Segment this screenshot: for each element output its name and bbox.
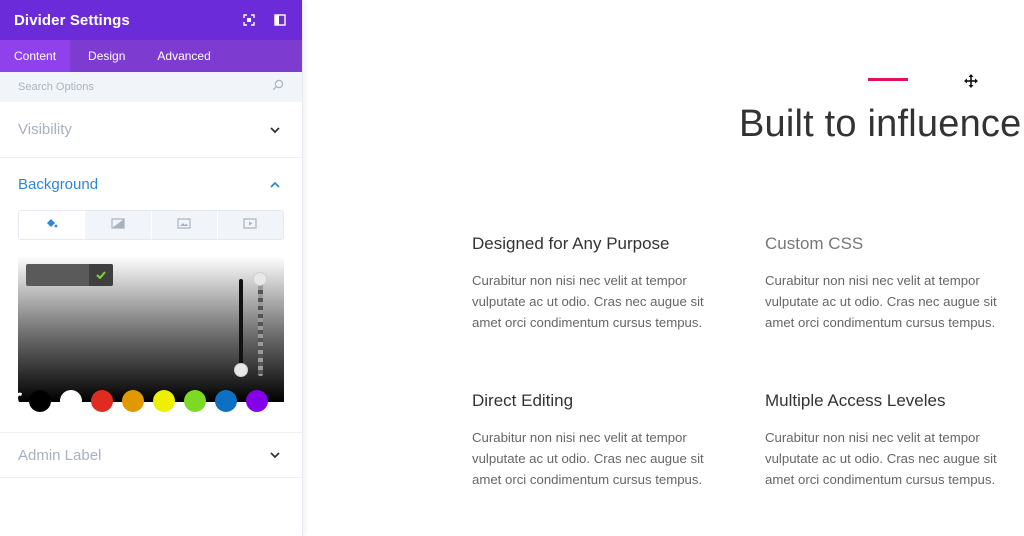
swatch-orange[interactable] [122,390,144,412]
fullscreen-icon[interactable] [241,12,257,28]
feature-title: Designed for Any Purpose [472,234,670,253]
feature-block: Direct Editing Curabitur non nisi nec ve… [472,391,732,490]
swatch-white[interactable] [60,390,82,412]
panel-header: Divider Settings [0,0,302,40]
feature-title: Direct Editing [472,391,574,410]
opacity-slider-handle[interactable] [253,272,267,286]
settings-panel: Divider Settings Content Design Advanced… [0,0,303,536]
chevron-down-icon[interactable] [270,446,280,464]
swatch-red[interactable] [91,390,113,412]
feature-body: Curabitur non nisi nec velit at tempor v… [472,273,704,330]
tab-design[interactable]: Design [74,40,139,72]
swatch-blue[interactable] [215,390,237,412]
chevron-down-icon[interactable] [270,121,280,139]
feature-body: Curabitur non nisi nec velit at tempor v… [472,430,704,487]
bg-tab-image[interactable] [150,211,217,239]
bg-tab-video[interactable] [216,211,283,239]
section-background-label: Background [18,175,99,193]
hue-slider-track[interactable] [239,279,243,373]
swatch-black[interactable] [29,390,51,412]
tab-advanced[interactable]: Advanced [143,40,224,72]
feature-title: Multiple Access Leveles [765,391,946,410]
tab-content[interactable]: Content [0,40,71,72]
page-canvas: Built to influence Designed for Any Purp… [304,0,1024,536]
paint-bucket-icon [45,216,58,234]
chevron-up-icon[interactable] [270,175,280,193]
settings-tabs: Content Design Advanced [0,40,302,72]
sidebar-toggle-icon[interactable] [272,12,288,28]
hex-field [26,264,113,286]
check-icon[interactable] [89,264,113,286]
feature-block: Multiple Access Leveles Curabitur non ni… [765,391,1024,490]
gradient-icon [111,216,125,234]
feature-body: Curabitur non nisi nec velit at tempor v… [765,273,997,330]
swatch-yellow[interactable] [153,390,175,412]
swatch-green[interactable] [184,390,206,412]
search-icon[interactable] [272,78,284,96]
feature-title: Custom CSS [765,234,864,253]
search-input[interactable] [18,81,238,93]
hex-input[interactable] [26,264,89,286]
hero-title: Built to influence [739,103,1022,145]
bg-tab-gradient[interactable] [84,211,151,239]
section-admin-label[interactable]: Admin Label [0,432,302,478]
section-visibility[interactable]: Visibility [0,102,302,158]
panel-title: Divider Settings [14,11,130,29]
color-picker[interactable] [12,256,284,412]
bg-tab-color[interactable] [19,211,85,239]
feature-body: Curabitur non nisi nec velit at tempor v… [765,430,997,487]
feature-block: Custom CSS Curabitur non nisi nec velit … [765,234,1024,333]
swatch-purple[interactable] [246,390,268,412]
section-background[interactable]: Background [0,158,302,210]
divider-module[interactable] [868,78,908,81]
opacity-slider-track[interactable] [258,278,263,376]
color-swatches [12,390,280,414]
search-bar [0,72,302,102]
section-admin-label-label: Admin Label [18,446,102,464]
feature-block: Designed for Any Purpose Curabitur non n… [472,234,732,333]
video-icon [243,216,257,234]
image-icon [177,216,191,234]
move-icon[interactable] [964,74,978,88]
background-type-tabs [18,210,284,240]
section-visibility-label: Visibility [18,121,72,138]
hue-slider-handle[interactable] [234,363,248,377]
